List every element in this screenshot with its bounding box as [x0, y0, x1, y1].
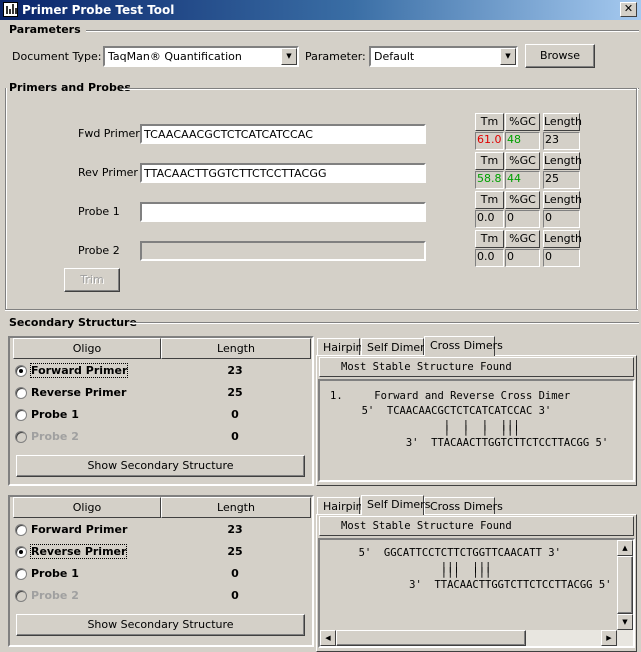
result-line: | | | ||| [330, 419, 520, 431]
tab-self-dimers[interactable]: Self Dimers [361, 338, 430, 356]
secondary-group-title: Secondary Structure [9, 316, 137, 329]
oligo-list-panel [8, 495, 314, 647]
parameter-value: Default [374, 50, 415, 63]
chevron-down-icon[interactable]: ▼ [500, 48, 516, 65]
vertical-scrollbar[interactable] [617, 540, 633, 646]
document-type-value: TaqMan® Quantification [108, 50, 242, 63]
parameter-select[interactable]: Default ▼ [369, 46, 518, 67]
app-icon [3, 2, 18, 17]
result-line: 3' TTACAACTTGGTCTTCTCCTTACGG 5' [327, 579, 612, 591]
length-value: 0 [543, 210, 580, 228]
length-value: 0 [543, 249, 580, 267]
divider [130, 322, 639, 324]
scroll-up-icon[interactable]: ▲ [617, 540, 633, 556]
result-line: ||| ||| [327, 566, 492, 578]
result-line: 5' TCAACAACGCTCTCATCATCCAC 3' [330, 405, 552, 417]
scrollbar-thumb[interactable] [336, 630, 526, 646]
scroll-right-icon[interactable]: ▶ [601, 630, 617, 646]
result-line: 5' GGCATTCCTCTTCTGGTTCAACATT 3' [327, 547, 561, 559]
result-line: 1. Forward and Reverse Cross Dimer [330, 390, 571, 402]
scrollbar-thumb[interactable] [617, 556, 633, 614]
divider [5, 309, 638, 311]
parameter-label: Parameter: [305, 50, 366, 63]
sequence-input[interactable]: TCAACAACGCTCTCATCATCCAC [140, 124, 426, 144]
parameters-group-title: Parameters [9, 23, 81, 36]
trim-button[interactable]: Trim [64, 268, 120, 292]
column-header: Length [543, 191, 582, 209]
tab-cross-dimers[interactable]: Cross Dimers [424, 336, 503, 356]
column-header: Length [543, 113, 582, 131]
tab-self-dimers[interactable]: Self Dimers [361, 495, 430, 515]
document-type-label: Document Type: [12, 50, 102, 63]
divider [86, 30, 639, 32]
chevron-down-icon[interactable]: ▼ [281, 48, 297, 65]
sequence-input[interactable] [140, 202, 426, 222]
column-header: %GC [505, 113, 540, 131]
scroll-down-icon[interactable]: ▼ [617, 614, 633, 630]
column-header: Tm [475, 152, 504, 170]
gc-value: 48 [505, 132, 540, 150]
column-header: Length [543, 152, 582, 170]
horizontal-scrollbar[interactable] [320, 630, 617, 646]
primers-group-title: Primers and Probes [9, 81, 131, 94]
scroll-left-icon[interactable]: ◀ [320, 630, 336, 646]
primer-row-label: Probe 1 [78, 205, 120, 218]
result-line: ||| ||| [327, 561, 492, 573]
tab-hairpin[interactable]: Hairpin [317, 497, 363, 515]
tab-hairpin[interactable]: Hairpin [317, 338, 363, 356]
length-value: 25 [543, 171, 580, 189]
length-value: 23 [543, 132, 580, 150]
oligo-list-panel [8, 336, 314, 486]
tm-value: 0.0 [475, 210, 504, 228]
column-header: Tm [475, 113, 504, 131]
result-header: Most Stable Structure Found [319, 516, 634, 536]
tm-value: 58.8 [475, 171, 504, 189]
column-header: %GC [505, 230, 540, 248]
divider [122, 88, 639, 90]
sequence-value: TCAACAACGCTCTCATCATCCAC [144, 128, 314, 141]
result-panel [316, 355, 637, 486]
sequence-value: TTACAACTTGGTCTTCTCCTTACGG [144, 167, 327, 180]
result-text-area [318, 379, 635, 482]
divider [5, 88, 7, 310]
close-icon[interactable]: ✕ [620, 2, 637, 17]
sequence-input[interactable]: TTACAACTTGGTCTTCTCCTTACGG [140, 163, 426, 183]
gc-value: 0 [505, 210, 540, 228]
result-line: | | | ||| [330, 424, 520, 436]
window-title: Primer Probe Test Tool [22, 3, 175, 17]
column-header: %GC [505, 191, 540, 209]
result-header: Most Stable Structure Found [319, 357, 634, 377]
tm-value: 61.0 [475, 132, 504, 150]
gc-value: 44 [505, 171, 540, 189]
browse-button[interactable]: Browse [525, 44, 595, 68]
sequence-input[interactable] [140, 241, 426, 261]
column-header: Tm [475, 191, 504, 209]
document-type-select[interactable]: TaqMan® Quantification ▼ [103, 46, 299, 67]
result-panel [316, 514, 637, 652]
result-text-area [318, 538, 635, 648]
divider [636, 88, 638, 310]
result-line: 3' TTACAACTTGGTCTTCTCCTTACGG 5' [330, 437, 609, 449]
primer-row-label: Rev Primer [78, 166, 138, 179]
gc-value: 0 [505, 249, 540, 267]
primer-row-label: Fwd Primer [78, 127, 140, 140]
tab-cross-dimers[interactable]: Cross Dimers [424, 497, 503, 515]
title-bar: Primer Probe Test Tool ✕ [0, 0, 641, 20]
tm-value: 0.0 [475, 249, 504, 267]
column-header: %GC [505, 152, 540, 170]
column-header: Tm [475, 230, 504, 248]
column-header: Length [543, 230, 582, 248]
primer-row-label: Probe 2 [78, 244, 120, 257]
